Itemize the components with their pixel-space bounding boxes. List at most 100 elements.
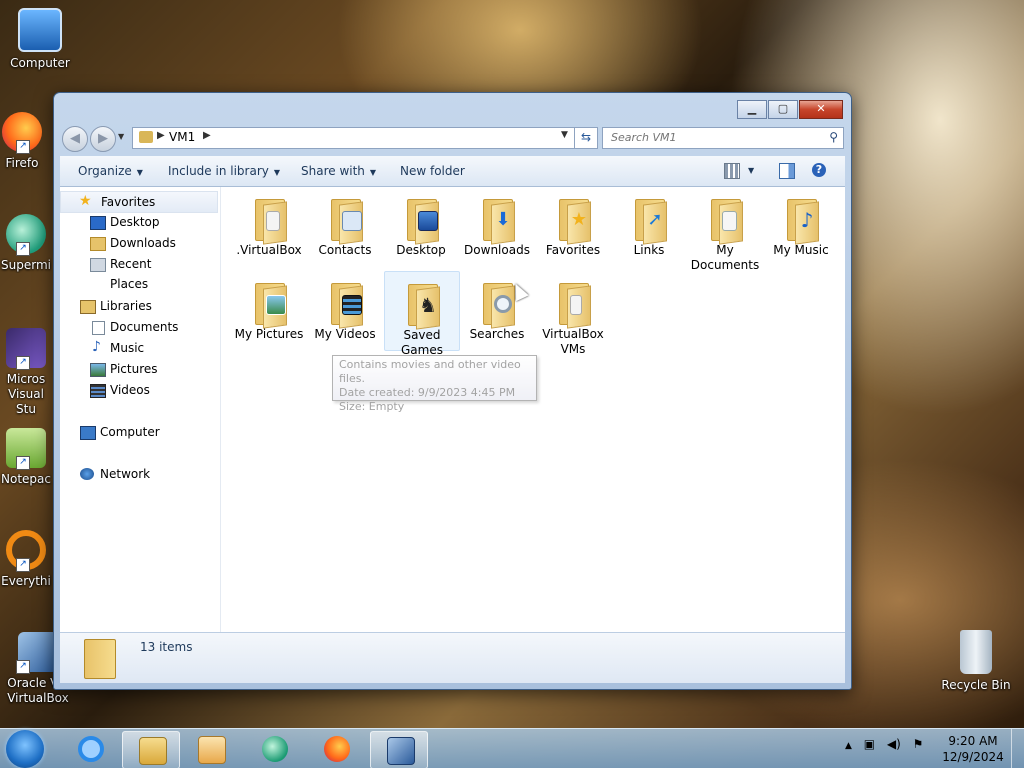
folder-name: Links [633, 243, 665, 257]
preview-pane-icon[interactable] [779, 163, 795, 179]
view-options-dropdown-icon[interactable]: ▼ [748, 166, 754, 175]
folder-my-pictures[interactable]: My Pictures [232, 275, 306, 342]
desktop-icon-label: Firefo [5, 156, 39, 170]
clock-date: 12/9/2024 [942, 750, 1004, 764]
chevron-down-icon: ▼ [136, 168, 143, 177]
folder-my-music[interactable]: ♪ My Music [764, 191, 838, 258]
share-label: Share with [301, 164, 365, 178]
help-icon[interactable]: ? [812, 163, 826, 177]
folder-virtualbox-vms[interactable]: VirtualBox VMs [536, 275, 610, 357]
clock-time: 9:20 AM [948, 734, 998, 748]
virtualbox-vm-icon [387, 737, 415, 765]
taskbar-firefox[interactable] [308, 731, 364, 767]
firefox-icon [324, 736, 350, 762]
desktop-icon-notepad[interactable]: ↗ Notepac [0, 428, 52, 487]
forward-button[interactable]: ▶ [90, 126, 116, 152]
nav-label: Network [100, 467, 151, 481]
item-count: 13 items [140, 640, 193, 654]
computer-icon [18, 8, 62, 52]
show-hidden-icons-icon[interactable]: ▲ [845, 741, 852, 751]
nav-label: Documents [110, 320, 179, 334]
breadcrumb-separator-icon[interactable]: ▶ [203, 130, 211, 141]
folder-saved-games[interactable]: ♞ Saved Games [384, 271, 460, 357]
folder-tooltip: Contains movies and other video files. D… [332, 355, 537, 413]
back-button[interactable]: ◀ [62, 126, 88, 152]
close-button[interactable]: ✕ [799, 100, 843, 119]
nav-label: Pictures [110, 362, 158, 376]
folder-icon: ♪ [783, 197, 819, 245]
nav-label: Music [110, 341, 145, 355]
folder-links[interactable]: ➚ Links [612, 191, 686, 258]
folder-name: Downloads [464, 243, 530, 257]
taskbar-media-player[interactable] [182, 731, 238, 767]
search-icon[interactable]: ⚲ [829, 130, 838, 144]
show-desktop-button[interactable] [1011, 729, 1024, 768]
folder-name: My Pictures [234, 327, 304, 341]
folder-name: Saved Games [401, 328, 443, 357]
folder-downloads[interactable]: ⬇ Downloads [460, 191, 534, 258]
minimize-button[interactable]: ▁ [737, 100, 767, 119]
address-bar[interactable]: ▶ VM1 ▶ ▼ [132, 127, 598, 149]
taskbar-virtualbox-vm[interactable] [370, 731, 428, 768]
change-view-icon[interactable] [724, 163, 740, 179]
folder-name: Contacts [318, 243, 372, 257]
libraries-icon [80, 300, 96, 314]
folder-name: Searches [469, 327, 525, 341]
chess-piece-icon: ♞ [419, 293, 437, 317]
folder-contacts[interactable]: Contacts [308, 191, 382, 258]
folder-icon: ♞ [404, 282, 440, 330]
media-player-icon [198, 736, 226, 764]
share-with-button[interactable]: Share with ▼ [301, 164, 376, 178]
include-in-library-button[interactable]: Include in library ▼ [168, 164, 280, 178]
desktop-icon-visual-studio[interactable]: ↗ Micros Visual Stu [0, 328, 52, 417]
folder-favorites[interactable]: ★ Favorites [536, 191, 610, 258]
folder-name: Favorites [545, 243, 601, 257]
document-icon [722, 211, 737, 231]
start-button[interactable] [6, 730, 44, 768]
desktop-icon-recycle-bin[interactable]: Recycle Bin [936, 630, 1016, 693]
taskbar-internet-explorer[interactable] [62, 731, 118, 767]
tooltip-line: Date created: 9/9/2023 4:45 PM [339, 386, 516, 399]
taskbar-windows-explorer[interactable] [122, 731, 180, 768]
address-dropdown-icon[interactable]: ▼ [561, 130, 568, 140]
network-status-icon[interactable]: ▣ [864, 737, 875, 751]
volume-icon[interactable]: ◀) [887, 737, 901, 751]
folder-icon [327, 197, 363, 245]
folder-icon: ★ [555, 197, 591, 245]
desktop-icon-supermium[interactable]: ↗ Supermi [0, 214, 52, 273]
breadcrumb-separator-icon[interactable]: ▶ [157, 130, 165, 141]
search-box[interactable]: ⚲ [602, 127, 844, 149]
documents-icon [92, 321, 105, 335]
nav-favorites[interactable]: ★ Favorites [60, 191, 218, 213]
new-folder-button[interactable]: New folder [400, 164, 465, 178]
shortcut-arrow-icon: ↗ [16, 558, 30, 572]
desktop-icon-label: Computer [10, 56, 70, 70]
desktop-icon-firefox[interactable]: ↗ Firefo [0, 112, 44, 171]
system-tray: ▲ ▣ ◀) ⚑ [845, 737, 923, 751]
search-input[interactable] [609, 130, 813, 145]
chevron-down-icon: ▼ [273, 168, 281, 177]
action-center-flag-icon[interactable]: ⚑ [913, 737, 924, 751]
folder-user-icon [84, 639, 116, 679]
folder-my-documents[interactable]: My Documents [688, 191, 762, 273]
breadcrumb-vm1[interactable]: VM1 [169, 130, 195, 144]
download-arrow-icon: ⬇ [495, 209, 511, 230]
folder-my-videos[interactable]: My Videos [308, 275, 382, 342]
nav-label: Favorites [101, 195, 156, 209]
navigation-bar: ◀ ▶ ▼ ▶ VM1 ▶ ▼ ⇆ ⚲ [60, 125, 845, 152]
taskbar-supermium[interactable] [246, 731, 302, 767]
desktop-icon-everything[interactable]: ↗ Everythi [0, 530, 52, 589]
recent-pages-dropdown[interactable]: ▼ [118, 132, 124, 141]
maximize-button[interactable]: ▢ [768, 100, 798, 119]
new-folder-label: New folder [400, 164, 465, 178]
folder-icon [707, 197, 743, 245]
monitor-icon [418, 211, 438, 231]
clock[interactable]: 9:20 AM 12/9/2024 [930, 733, 1016, 765]
file-list: .VirtualBox Contacts Desktop ⬇ Downloads… [222, 187, 845, 632]
desktop-icon-computer[interactable]: Computer [2, 8, 78, 71]
folder-desktop[interactable]: Desktop [384, 191, 458, 258]
refresh-button[interactable]: ⇆ [574, 127, 598, 149]
windows-explorer-icon [139, 737, 167, 765]
folder-virtualbox[interactable]: .VirtualBox [232, 191, 306, 258]
organize-button[interactable]: Organize ▼ [78, 164, 143, 178]
